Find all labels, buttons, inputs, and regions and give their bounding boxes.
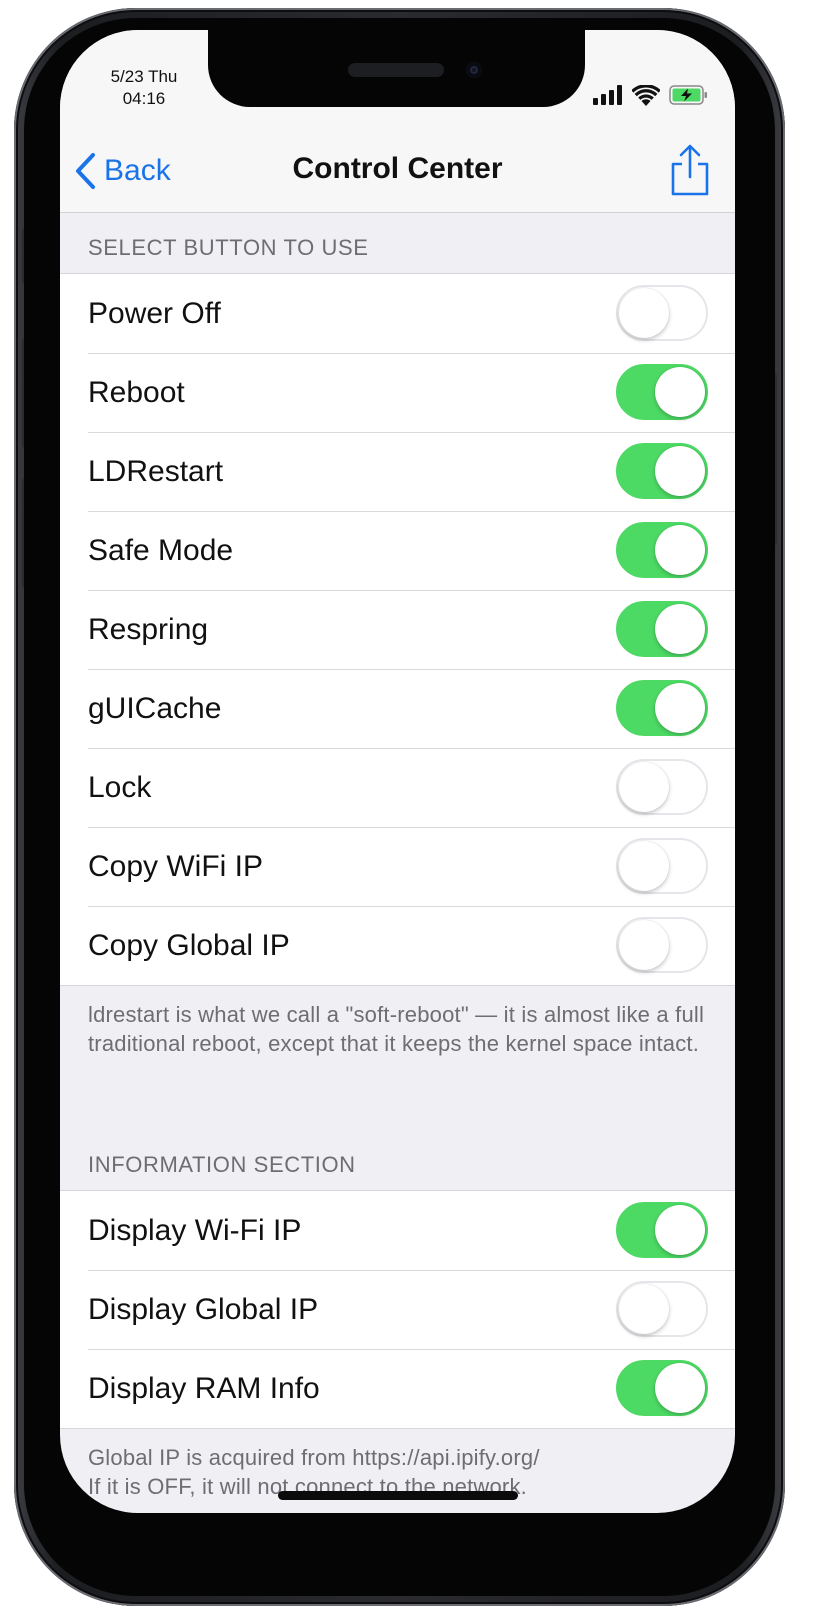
toggle-knob [655, 445, 705, 496]
earpiece-speaker [348, 63, 444, 77]
row-respring[interactable]: Respring [60, 590, 735, 669]
toggle-guicache[interactable] [616, 679, 708, 736]
footer-info-line-1: Global IP is acquired from https://api.i… [88, 1445, 540, 1470]
row-label: LDRestart [88, 454, 224, 488]
status-time: 04:16 [122, 89, 166, 108]
row-label: Display Wi-Fi IP [88, 1213, 302, 1247]
toggle-display-global-ip[interactable] [616, 1280, 708, 1337]
front-camera [466, 62, 482, 78]
row-lock[interactable]: Lock [60, 748, 735, 827]
toggle-power-off[interactable] [616, 284, 708, 341]
wifi-icon [632, 84, 660, 106]
toggle-knob [619, 919, 669, 970]
share-icon [671, 144, 709, 196]
row-ldrestart[interactable]: LDRestart [60, 432, 735, 511]
status-icons [593, 83, 709, 107]
toggle-knob [619, 287, 669, 338]
row-guicache[interactable]: gUICache [60, 669, 735, 748]
toggle-safe-mode[interactable] [616, 521, 708, 578]
toggle-knob [619, 840, 669, 891]
row-display-ram-info[interactable]: Display RAM Info [60, 1349, 735, 1428]
row-reboot[interactable]: Reboot [60, 353, 735, 432]
settings-list: SELECT BUTTON TO USE Power Off Reboot LD… [60, 213, 735, 1501]
toggle-knob [655, 682, 705, 733]
section-header-info: INFORMATION SECTION [88, 1152, 356, 1177]
home-indicator[interactable] [278, 1491, 518, 1500]
section-header-buttons: SELECT BUTTON TO USE [88, 235, 369, 260]
navigation-bar: Back Control Center [60, 128, 735, 213]
toggle-copy-global-ip[interactable] [616, 916, 708, 973]
row-label: gUICache [88, 691, 222, 725]
row-label: Display RAM Info [88, 1371, 320, 1405]
row-label: Copy Global IP [88, 928, 290, 962]
information-settings-group: Display Wi-Fi IP Display Global IP Displ… [60, 1190, 735, 1429]
notch [208, 30, 585, 107]
toggle-ldrestart[interactable] [616, 442, 708, 499]
toggle-reboot[interactable] [616, 363, 708, 420]
battery-charging-icon [669, 85, 707, 105]
row-label: Respring [88, 612, 209, 646]
toggle-knob [655, 524, 705, 575]
row-label: Reboot [88, 375, 185, 409]
toggle-respring[interactable] [616, 600, 708, 657]
row-display-wifi-ip[interactable]: Display Wi-Fi IP [60, 1191, 735, 1270]
toggle-lock[interactable] [616, 758, 708, 815]
row-label: Safe Mode [88, 533, 234, 567]
toggle-display-ram-info[interactable] [616, 1359, 708, 1416]
toggle-knob [655, 603, 705, 654]
status-date: 5/23 Thu [110, 67, 178, 86]
button-settings-group: Power Off Reboot LDRestart Safe Mode Res… [60, 273, 735, 986]
row-label: Copy WiFi IP [88, 849, 264, 883]
row-label: Power Off [88, 296, 221, 330]
toggle-knob [619, 1283, 669, 1334]
toggle-copy-wifi-ip[interactable] [616, 837, 708, 894]
signal-icon [593, 85, 622, 105]
screen: 5/23 Thu 04:16 Back Control Center SELEC… [60, 30, 735, 1513]
toggle-knob [655, 1362, 705, 1413]
status-bar: 5/23 Thu 04:16 [60, 30, 735, 128]
row-safe-mode[interactable]: Safe Mode [60, 511, 735, 590]
section-footer-buttons: ldrestart is what we call a "soft-reboot… [88, 1002, 705, 1056]
row-power-off[interactable]: Power Off [60, 274, 735, 353]
row-copy-wifi-ip[interactable]: Copy WiFi IP [60, 827, 735, 906]
toggle-knob [619, 761, 669, 812]
toggle-knob [655, 1204, 705, 1255]
toggle-display-wifi-ip[interactable] [616, 1201, 708, 1258]
share-button[interactable] [669, 144, 711, 198]
status-datetime: 5/23 Thu 04:16 [88, 66, 200, 110]
row-display-global-ip[interactable]: Display Global IP [60, 1270, 735, 1349]
page-title: Control Center [292, 152, 503, 185]
toggle-knob [655, 366, 705, 417]
row-label: Lock [88, 770, 152, 804]
row-copy-global-ip[interactable]: Copy Global IP [60, 906, 735, 985]
row-label: Display Global IP [88, 1292, 319, 1326]
